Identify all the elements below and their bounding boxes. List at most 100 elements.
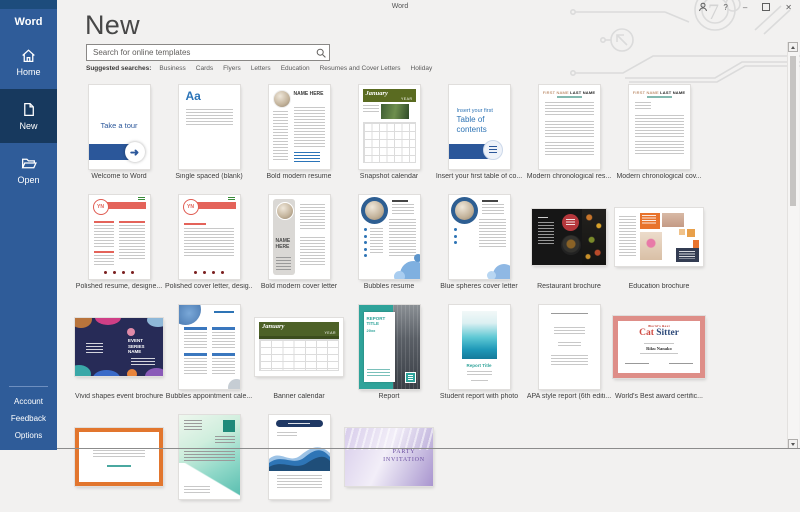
sidebar-item-new[interactable]: New — [0, 89, 57, 143]
sidebar-item-account[interactable]: Account — [0, 393, 57, 410]
template-cell: Education brochure — [614, 195, 704, 292]
event-title: EVENT SERIES NAME — [128, 338, 155, 355]
template-party-invitation[interactable]: PARTYINVITATION — [345, 428, 433, 486]
template-cell: Bubbles appointment cale... — [164, 305, 254, 402]
month-text: January — [366, 90, 388, 97]
scroll-up-button[interactable] — [788, 42, 798, 52]
window-controls: ? – ✕ — [698, 2, 792, 12]
template-cell: Report Title Student report with photo — [434, 305, 524, 402]
suggested-link-flyers[interactable]: Flyers — [223, 65, 241, 72]
search-icon[interactable] — [316, 48, 326, 58]
template-cell: January YEAR Snapshot calendar — [344, 85, 434, 182]
template-label: Bold modern cover letter — [261, 283, 337, 292]
shape-decoration — [127, 328, 135, 336]
template-bubbles-resume[interactable] — [359, 195, 420, 279]
sidebar-top-strip — [0, 0, 57, 9]
template-report[interactable]: REPORT TITLE 20xx — [359, 305, 420, 389]
suggested-link-business[interactable]: Business — [159, 65, 185, 72]
sidebar-nav: Home New Open — [0, 35, 57, 197]
template-cell: YN Polished resume, designe... — [74, 195, 164, 292]
aa-glyph: Aa — [186, 89, 201, 103]
close-icon[interactable]: ✕ — [785, 3, 792, 12]
template-modern-chronological-cover[interactable]: FIRST NAME LAST NAME — [629, 85, 690, 169]
list-circle-icon — [483, 140, 503, 160]
text-lines — [635, 102, 651, 111]
text-lines — [277, 475, 322, 488]
text-lines — [367, 369, 390, 378]
suggested-link-education[interactable]: Education — [281, 65, 310, 72]
suggested-link-resumes[interactable]: Resumes and Cover Letters — [320, 65, 401, 72]
template-blue-wave-document[interactable] — [269, 415, 330, 499]
template-label: Blue spheres cover letter — [440, 283, 517, 292]
text-lines — [635, 141, 684, 155]
template-welcome-to-word[interactable]: Take a tour ➜ — [89, 85, 150, 169]
text-lines — [545, 142, 594, 156]
template-table-of-contents[interactable]: Insert your first Table of contents — [449, 85, 510, 169]
photo-block — [662, 213, 684, 227]
name-placeholder: NAME HERE — [294, 92, 324, 98]
suggested-link-holiday[interactable]: Holiday — [411, 65, 433, 72]
search-input[interactable] — [87, 45, 321, 60]
recipient-name: Riku Nanako — [618, 346, 700, 351]
help-icon[interactable]: ? — [723, 3, 727, 12]
backstage-sidebar: Word Home New Open Account Feedback Opti… — [0, 0, 57, 450]
text-lines — [184, 420, 202, 430]
template-bubbles-appointment-calendar[interactable] — [179, 305, 240, 389]
template-row-4: PARTYINVITATION — [74, 415, 714, 499]
calendar-photo — [381, 104, 409, 119]
template-cell: REPORT TITLE 20xx Report — [344, 305, 434, 402]
sidebar-item-home[interactable]: Home — [0, 35, 57, 89]
template-label: Education brochure — [629, 283, 690, 292]
food-photo — [582, 209, 606, 265]
template-education-brochure[interactable] — [615, 208, 703, 266]
suggested-link-cards[interactable]: Cards — [196, 65, 213, 72]
template-label: Insert your first table of co... — [436, 173, 522, 182]
footer-icons — [89, 271, 150, 274]
signin-person-icon[interactable] — [698, 2, 708, 12]
section-rule — [94, 251, 114, 253]
template-snapshot-calendar[interactable]: January YEAR — [359, 85, 420, 169]
shape-decoration — [93, 370, 120, 376]
template-vivid-shapes-brochure[interactable]: EVENT SERIES NAME — [75, 318, 163, 376]
sidebar-item-options[interactable]: Options — [0, 427, 57, 444]
heading-line — [214, 311, 234, 313]
logo-square — [223, 420, 235, 432]
shape-decoration — [147, 318, 163, 327]
template-banner-calendar[interactable]: January YEAR — [255, 318, 343, 376]
template-cell: FIRST NAME LAST NAME Modern chronologica… — [614, 85, 704, 182]
minimize-icon[interactable]: – — [743, 3, 747, 12]
template-bordered-certificate[interactable] — [75, 428, 163, 486]
bullet-dots — [454, 228, 457, 244]
suggested-link-letters[interactable]: Letters — [251, 65, 271, 72]
template-bold-modern-cover[interactable]: NAME HERE — [269, 195, 330, 279]
header-pill — [276, 420, 323, 427]
name-placeholder: NAME HERE — [276, 239, 293, 251]
calendar-header: January YEAR — [363, 89, 416, 102]
template-polished-resume[interactable]: YN — [89, 195, 150, 279]
template-label: Report — [378, 393, 399, 402]
template-student-report[interactable]: Report Title — [449, 305, 510, 389]
template-green-invoice[interactable] — [179, 415, 240, 499]
template-cell: Take a tour ➜ Welcome to Word — [74, 85, 164, 182]
template-apa-style-report[interactable] — [539, 305, 600, 389]
sidebar-item-open[interactable]: Open — [0, 143, 57, 197]
template-award-certificate[interactable]: World's Best Cat Sitter Riku Nanako — [613, 316, 705, 378]
scrollbar-thumb[interactable] — [790, 56, 796, 206]
template-blue-spheres-cover[interactable] — [449, 195, 510, 279]
template-single-spaced[interactable]: Aa — [179, 85, 240, 169]
orange-square — [679, 229, 685, 235]
template-restaurant-brochure[interactable] — [532, 209, 606, 265]
template-polished-cover-letter[interactable]: YN — [179, 195, 240, 279]
template-modern-chronological-resume[interactable]: FIRST NAME LAST NAME — [539, 85, 600, 169]
template-cell: NAME HERE Bold modern resume — [254, 85, 344, 182]
arrow-circle-icon: ➜ — [125, 142, 145, 162]
name-header: FIRST NAME LAST NAME — [629, 90, 690, 95]
maximize-icon[interactable] — [762, 3, 770, 11]
portrait-photo — [455, 201, 474, 220]
report-title: REPORT TITLE — [367, 316, 392, 327]
text-lines — [467, 371, 492, 376]
text-lines — [471, 380, 488, 383]
sidebar-item-feedback[interactable]: Feedback — [0, 410, 57, 427]
template-bold-modern-resume[interactable]: NAME HERE — [269, 85, 330, 169]
vertical-scrollbar[interactable] — [787, 42, 799, 449]
